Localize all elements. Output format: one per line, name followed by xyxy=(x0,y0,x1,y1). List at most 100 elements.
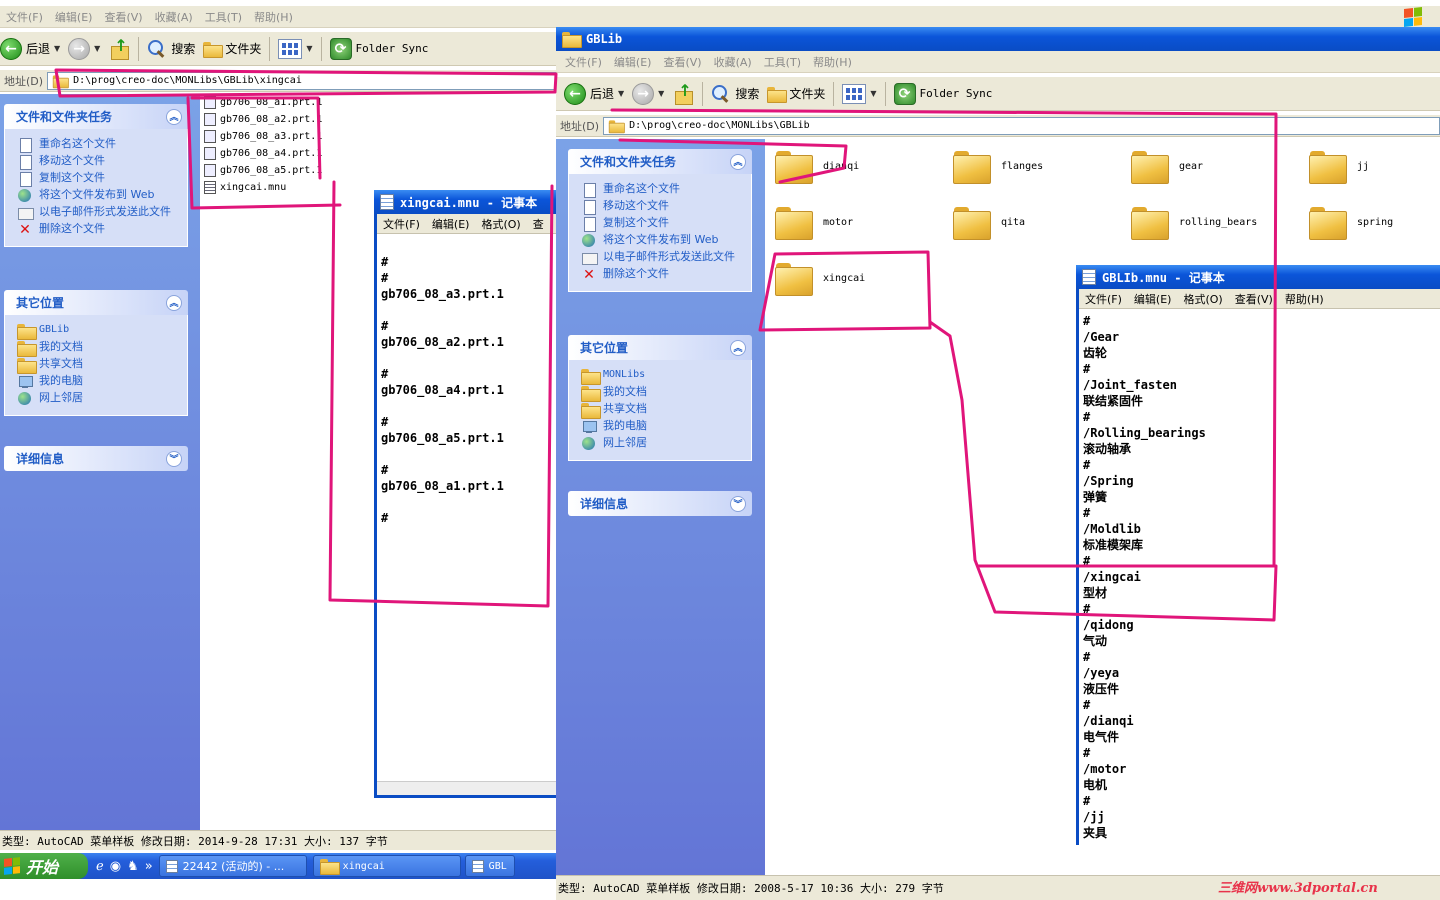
panel-header[interactable]: 其它位置 ︽ xyxy=(568,335,752,360)
place-network[interactable]: 网上邻居 xyxy=(581,437,743,451)
left-menu-file[interactable]: 文件(F) xyxy=(6,9,43,25)
left-back-button[interactable]: ← 后退 ▼ xyxy=(0,37,60,60)
task-publish-web[interactable]: 将这个文件发布到 Web xyxy=(17,189,179,203)
panel-header[interactable]: 详细信息 ︾ xyxy=(4,446,188,471)
start-button[interactable]: 开始 xyxy=(0,853,88,879)
panel-header[interactable]: 文件和文件夹任务 ︽ xyxy=(4,104,188,129)
right-forward-button[interactable]: → ▼ xyxy=(632,82,664,105)
notepad-menu-file[interactable]: 文件(F) xyxy=(383,216,420,232)
right-menu-favorites[interactable]: 收藏(A) xyxy=(714,54,752,70)
place-gblib[interactable]: GBLib xyxy=(17,324,179,340)
left-menu-edit[interactable]: 编辑(E) xyxy=(55,9,93,25)
task-move[interactable]: 移动这个文件 xyxy=(17,155,179,170)
dropdown-arrow-icon[interactable]: ▼ xyxy=(658,89,664,98)
media-icon[interactable]: ◉ xyxy=(110,859,121,874)
collapse-chevron-icon[interactable]: ︽ xyxy=(166,108,182,125)
right-folder-sync-button[interactable]: ⟳ Folder Sync xyxy=(893,82,992,105)
task-email[interactable]: 以电子邮件形式发送此文件 xyxy=(581,251,743,265)
left-search-button[interactable]: 搜索 xyxy=(147,39,195,59)
task-copy[interactable]: 复制这个文件 xyxy=(17,172,179,187)
place-shared-documents[interactable]: 共享文档 xyxy=(581,403,743,419)
more-icon[interactable]: » xyxy=(145,859,153,874)
left-up-button[interactable] xyxy=(108,36,130,60)
collapse-chevron-icon[interactable]: ︽ xyxy=(730,339,746,356)
right-notepad-text-area[interactable]: # /Gear 齿轮 # /Joint_fasten 联结紧固件 # /Rolling_bea… xyxy=(1079,309,1440,841)
file-item[interactable]: gb706_08_a3.prt.1 xyxy=(204,128,556,145)
folder-item-qita[interactable]: qita xyxy=(953,205,1025,240)
right-menu-file[interactable]: 文件(F) xyxy=(565,54,602,70)
notepad-menu-view[interactable]: 查 xyxy=(533,216,544,232)
place-my-documents[interactable]: 我的文档 xyxy=(581,386,743,402)
expand-chevron-icon[interactable]: ︾ xyxy=(730,495,746,512)
left-notepad-text-area[interactable]: # # gb706_08_a3.prt.1 # gb706_08_a2.prt.1 # gb… xyxy=(377,234,556,526)
right-notepad-titlebar[interactable]: GBLIb.mnu - 记事本 xyxy=(1076,265,1440,289)
collapse-chevron-icon[interactable]: ︽ xyxy=(730,153,746,170)
place-my-computer[interactable]: 我的电脑 xyxy=(581,420,743,434)
folder-item-xingcai[interactable]: xingcai xyxy=(775,261,865,296)
notepad-menu-view[interactable]: 查看(V) xyxy=(1235,291,1273,307)
right-up-button[interactable] xyxy=(672,81,694,105)
left-menu-view[interactable]: 查看(V) xyxy=(104,9,142,25)
notepad-menu-file[interactable]: 文件(F) xyxy=(1085,291,1122,307)
right-views-button[interactable]: ▼ xyxy=(842,83,877,104)
place-my-computer[interactable]: 我的电脑 xyxy=(17,375,179,389)
right-menu-help[interactable]: 帮助(H) xyxy=(813,54,852,70)
notepad-menu-format[interactable]: 格式(O) xyxy=(1183,291,1222,307)
panel-header[interactable]: 其它位置 ︽ xyxy=(4,290,188,315)
task-move[interactable]: 移动这个文件 xyxy=(581,200,743,215)
folder-item-jj[interactable]: jj xyxy=(1309,149,1369,184)
left-address-input[interactable]: D:\prog\creo-doc\MONLibs\GBLib\xingcai xyxy=(47,71,556,90)
folder-item-spring[interactable]: spring xyxy=(1309,205,1393,240)
right-menu-view[interactable]: 查看(V) xyxy=(663,54,701,70)
ie-icon[interactable]: ℯ xyxy=(96,859,104,874)
right-address-input[interactable]: D:\prog\creo-doc\MONLibs\GBLib xyxy=(603,116,1440,135)
right-menu-tools[interactable]: 工具(T) xyxy=(764,54,801,70)
task-publish-web[interactable]: 将这个文件发布到 Web xyxy=(581,234,743,248)
right-back-button[interactable]: ← 后退 ▼ xyxy=(564,82,624,105)
left-views-button[interactable]: ▼ xyxy=(278,38,313,59)
right-menu-edit[interactable]: 编辑(E) xyxy=(614,54,652,70)
task-email[interactable]: 以电子邮件形式发送此文件 xyxy=(17,206,179,220)
task-rename[interactable]: 重命名这个文件 xyxy=(17,138,179,153)
left-menu-help[interactable]: 帮助(H) xyxy=(254,9,293,25)
left-notepad-titlebar[interactable]: xingcai.mnu - 记事本 xyxy=(374,190,556,214)
left-menu-favorites[interactable]: 收藏(A) xyxy=(155,9,193,25)
notepad-menu-edit[interactable]: 编辑(E) xyxy=(432,216,470,232)
task-delete[interactable]: ✕ 删除这个文件 xyxy=(581,268,743,283)
right-window-titlebar[interactable]: GBLib xyxy=(556,27,1440,51)
folder-item-dianqi[interactable]: dianqi xyxy=(775,149,859,184)
panel-header[interactable]: 文件和文件夹任务 ︽ xyxy=(568,149,752,174)
taskbar-button[interactable]: GBL xyxy=(464,855,515,877)
right-folders-button[interactable]: 文件夹 xyxy=(767,85,825,103)
folder-item-flanges[interactable]: flanges xyxy=(953,149,1043,184)
horizontal-scrollbar[interactable] xyxy=(377,781,556,795)
file-item[interactable]: gb706_08_a5.prt.1 xyxy=(204,162,556,179)
notepad-menu-edit[interactable]: 编辑(E) xyxy=(1134,291,1172,307)
notepad-menu-help[interactable]: 帮助(H) xyxy=(1285,291,1324,307)
task-delete[interactable]: ✕ 删除这个文件 xyxy=(17,223,179,238)
place-shared-documents[interactable]: 共享文档 xyxy=(17,358,179,374)
taskbar-button[interactable]: xingcai xyxy=(312,855,461,877)
folder-item-motor[interactable]: motor xyxy=(775,205,853,240)
expand-chevron-icon[interactable]: ︾ xyxy=(166,450,182,467)
collapse-chevron-icon[interactable]: ︽ xyxy=(166,294,182,311)
file-item[interactable]: gb706_08_a2.prt.1 xyxy=(204,111,556,128)
place-my-documents[interactable]: 我的文档 xyxy=(17,341,179,357)
file-item[interactable]: gb706_08_a1.prt.1 xyxy=(204,94,556,111)
dropdown-arrow-icon[interactable]: ▼ xyxy=(618,89,624,98)
left-folders-button[interactable]: 文件夹 xyxy=(203,40,261,58)
left-folder-sync-button[interactable]: ⟳ Folder Sync xyxy=(329,37,428,60)
panel-header[interactable]: 详细信息 ︾ xyxy=(568,491,752,516)
folder-item-rolling-bears[interactable]: rolling_bears xyxy=(1131,205,1257,240)
dropdown-arrow-icon[interactable]: ▼ xyxy=(54,44,60,53)
task-copy[interactable]: 复制这个文件 xyxy=(581,217,743,232)
taskbar-button[interactable]: 22442 (活动的) - ... xyxy=(158,855,307,877)
place-monlibs[interactable]: MONLibs xyxy=(581,369,743,385)
file-item[interactable]: gb706_08_a4.prt.1 xyxy=(204,145,556,162)
right-search-button[interactable]: 搜索 xyxy=(711,84,759,104)
dropdown-arrow-icon[interactable]: ▼ xyxy=(94,44,100,53)
left-menu-tools[interactable]: 工具(T) xyxy=(205,9,242,25)
left-forward-button[interactable]: → ▼ xyxy=(68,37,100,60)
task-rename[interactable]: 重命名这个文件 xyxy=(581,183,743,198)
app-icon[interactable]: ♞ xyxy=(127,859,139,874)
